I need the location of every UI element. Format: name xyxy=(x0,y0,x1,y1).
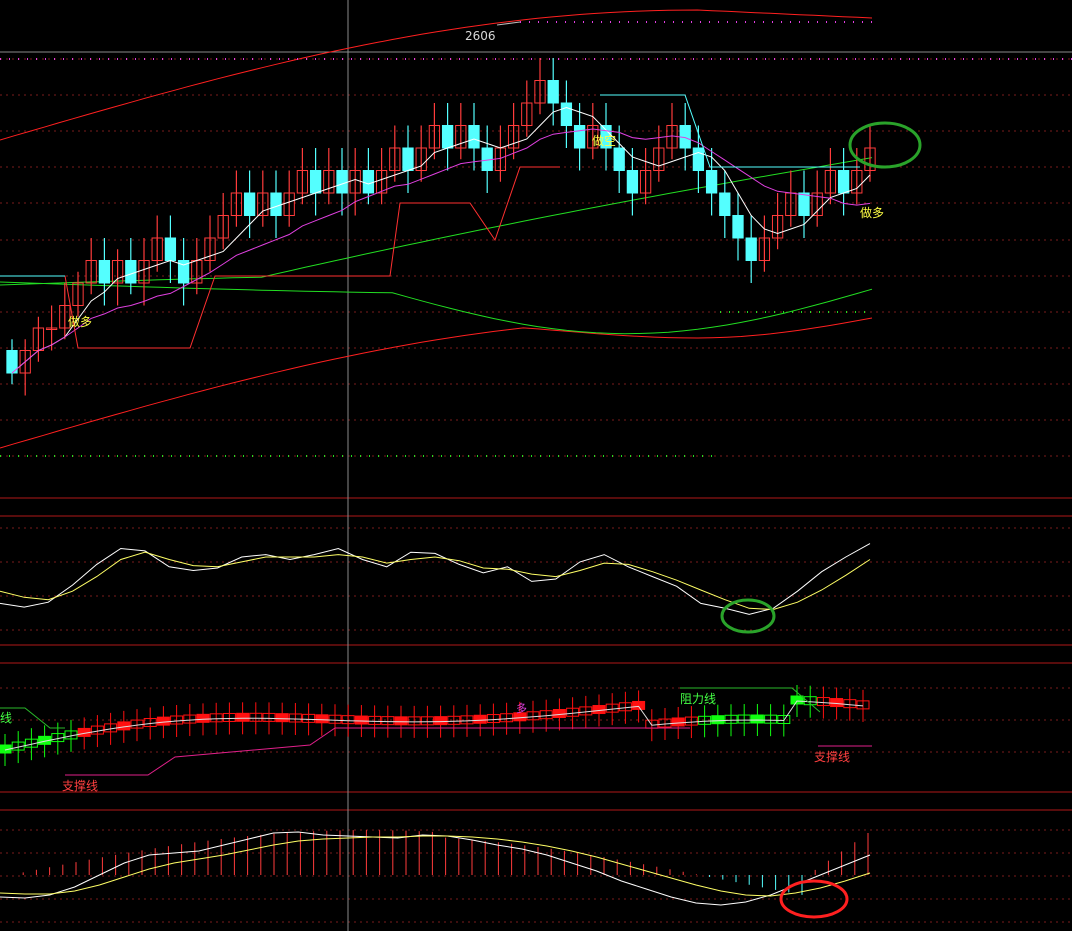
boll-upper-line xyxy=(0,9,873,141)
highlight-circle-macd xyxy=(779,879,849,919)
trend-bar xyxy=(156,716,170,726)
long-signal-label-left: 做多 xyxy=(68,315,93,329)
trend-bar xyxy=(671,717,685,727)
macd-dea-line xyxy=(0,835,871,897)
candle-body xyxy=(732,215,744,239)
trend-bar xyxy=(434,716,448,726)
stop-line-cyan-right xyxy=(600,94,860,168)
candle-body xyxy=(705,170,718,194)
resistance-label: 阻力线 xyxy=(680,692,717,706)
highlight-circle-price xyxy=(848,121,922,169)
oscillator-k-line xyxy=(0,543,871,615)
trend-bar xyxy=(790,695,804,705)
trend-bar xyxy=(552,709,566,719)
candle-body xyxy=(125,260,137,284)
candle-body xyxy=(243,192,256,216)
trend-bar xyxy=(196,713,210,723)
boll-lower-line xyxy=(0,317,873,449)
trend-midline xyxy=(4,700,864,751)
candle-body xyxy=(336,170,348,194)
candle-body xyxy=(547,80,559,104)
long-signal-label-right: 做多 xyxy=(860,206,885,220)
trend-bar xyxy=(830,698,844,708)
chart-canvas xyxy=(0,0,1072,931)
candle-body xyxy=(837,170,850,194)
high-price-label: 2606 xyxy=(465,29,496,43)
trend-bar xyxy=(236,712,250,722)
support-label-left: 支撑线 xyxy=(62,779,99,793)
ma-short-line xyxy=(11,106,871,374)
short-signal-label: 做空 xyxy=(592,134,617,148)
trend-bar xyxy=(394,716,408,726)
candle-body xyxy=(798,192,810,216)
trend-bar xyxy=(275,713,289,723)
candle-body xyxy=(164,237,177,261)
multi-label: 多 xyxy=(516,702,527,715)
candle-body xyxy=(613,147,625,171)
candle-body xyxy=(560,102,573,126)
candle-body xyxy=(573,125,586,149)
candle-body xyxy=(441,125,454,149)
candle-body xyxy=(402,147,414,171)
trend-bar xyxy=(473,714,487,724)
support-label-right: 支撑线 xyxy=(814,750,851,764)
candle-body xyxy=(626,170,639,194)
trend-bar xyxy=(711,715,725,725)
candle-body xyxy=(309,170,322,194)
trend-bar xyxy=(632,700,646,710)
candle-body xyxy=(745,237,757,261)
candle-body xyxy=(98,260,111,284)
candle-body xyxy=(468,125,480,149)
support-line-left xyxy=(65,727,690,776)
candle-body xyxy=(362,170,375,194)
resistance-label-left: 线 xyxy=(0,711,13,725)
candle-body xyxy=(692,147,705,171)
trend-bar xyxy=(592,705,606,715)
candle-body xyxy=(270,192,282,216)
trend-bar xyxy=(750,714,764,724)
highlight-circle-oscillator xyxy=(720,598,776,634)
candle-body xyxy=(719,192,731,216)
trend-bar xyxy=(354,715,368,725)
trading-chart: 2606 做空 做多 做多 阻力线 线 支撑线 支撑线 多 xyxy=(0,0,1072,931)
trend-bar xyxy=(315,714,329,724)
